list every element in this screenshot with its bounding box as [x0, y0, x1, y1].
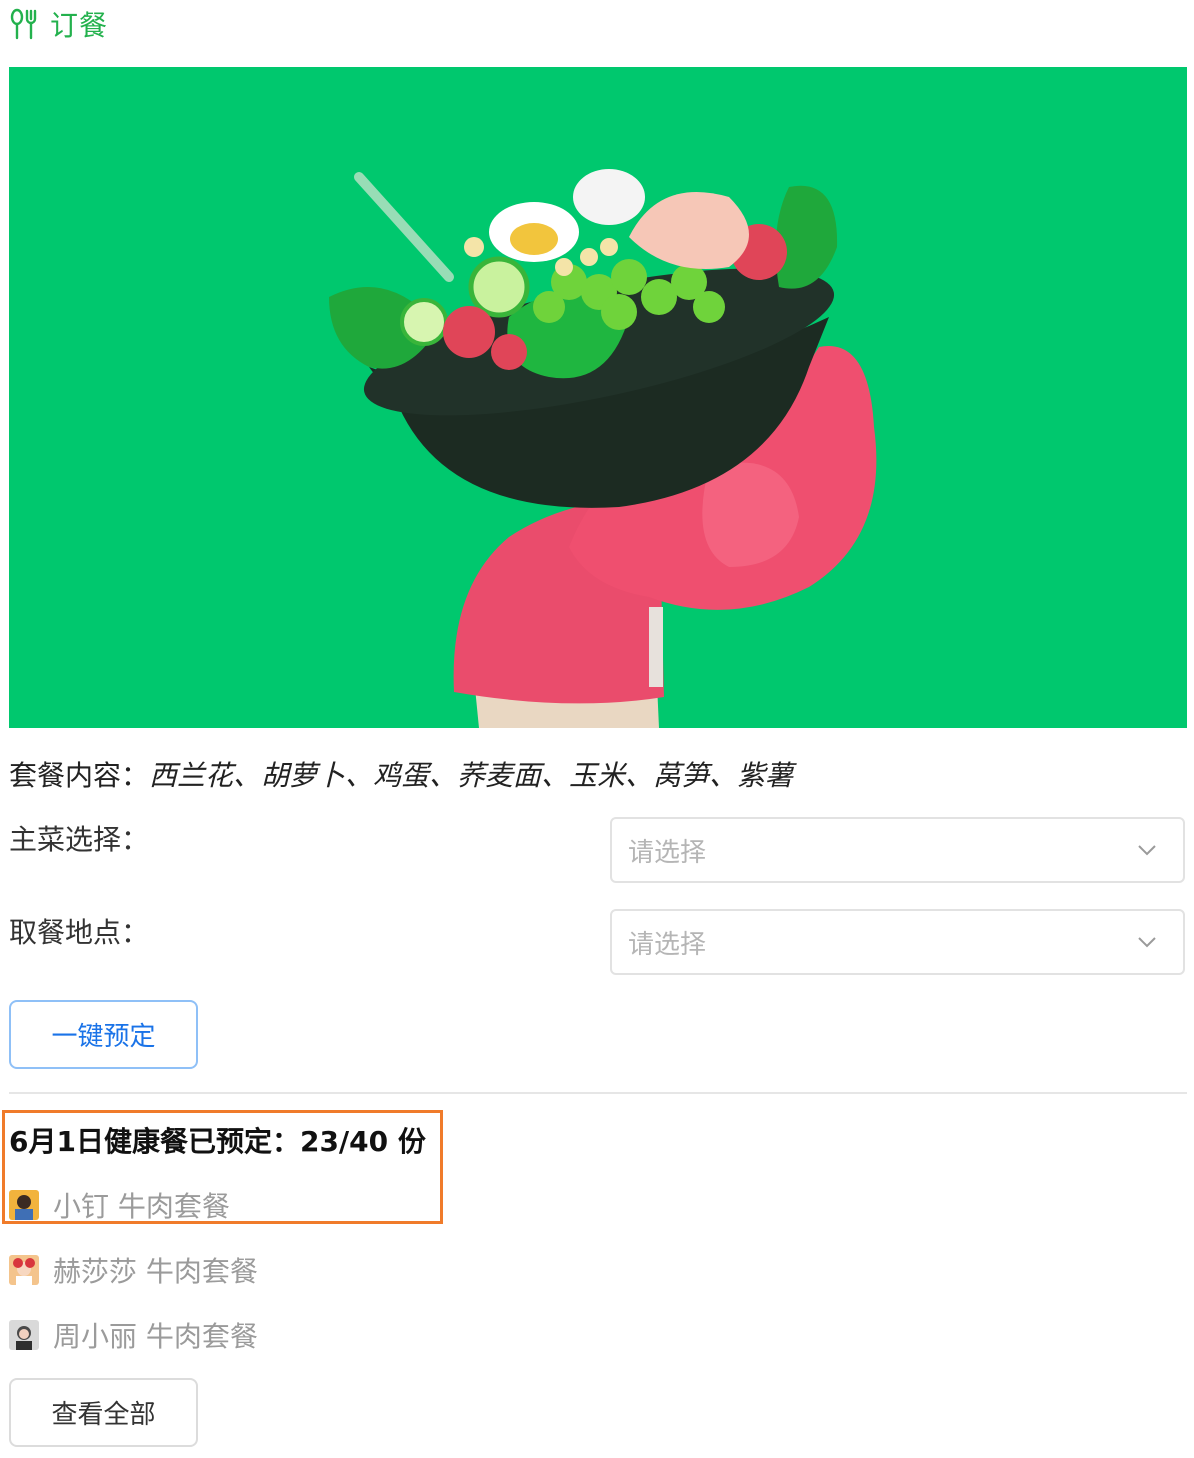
header: 订餐 — [8, 4, 108, 44]
reservation-name: 周小丽 — [53, 1320, 138, 1353]
meal-content-value: 西兰花、胡萝卜、鸡蛋、荞麦面、玉米、莴笋、紫薯 — [149, 759, 794, 792]
meal-order-page: 订餐 套餐内容： 西兰花、胡萝卜、鸡蛋、荞麦面、玉米、莴笋、紫薯 主菜选择： 请… — [0, 0, 1194, 1458]
pickup-location-select[interactable]: 请选择 — [610, 909, 1185, 975]
chevron-down-icon — [1138, 845, 1156, 856]
reservation-name: 赫莎莎 — [53, 1255, 138, 1288]
view-all-button[interactable]: 查看全部 — [9, 1378, 198, 1447]
meal-content-label: 套餐内容： — [9, 759, 150, 792]
meal-content: 套餐内容： 西兰花、胡萝卜、鸡蛋、荞麦面、玉米、莴笋、紫薯 — [9, 752, 793, 796]
pickup-location-label: 取餐地点： — [9, 916, 150, 949]
divider — [9, 1092, 1187, 1094]
reservation-item: 赫莎莎 牛肉套餐 — [9, 1250, 258, 1290]
main-dish-select[interactable]: 请选择 — [610, 817, 1185, 883]
pickup-location-placeholder: 请选择 — [628, 929, 707, 960]
chevron-down-icon — [1138, 937, 1156, 948]
reservation-meal: 牛肉套餐 — [117, 1190, 230, 1223]
main-dish-placeholder: 请选择 — [628, 837, 707, 868]
reservation-item: 小钉 牛肉套餐 — [9, 1185, 230, 1225]
main-dish-label: 主菜选择： — [9, 823, 150, 856]
booking-summary: 6月1日健康餐已预定：23/40 份 — [9, 1125, 426, 1158]
one-click-reserve-button[interactable]: 一键预定 — [9, 1000, 198, 1069]
avatar — [9, 1320, 39, 1350]
reservation-name: 小钉 — [53, 1190, 110, 1223]
hero-image — [9, 67, 1187, 728]
reservation-item: 周小丽 牛肉套餐 — [9, 1315, 258, 1355]
avatar — [9, 1190, 39, 1220]
reservation-meal: 牛肉套餐 — [145, 1255, 258, 1288]
fork-knife-icon — [8, 8, 40, 40]
avatar — [9, 1255, 39, 1285]
page-title: 订餐 — [50, 9, 109, 42]
reservation-meal: 牛肉套餐 — [145, 1320, 258, 1353]
